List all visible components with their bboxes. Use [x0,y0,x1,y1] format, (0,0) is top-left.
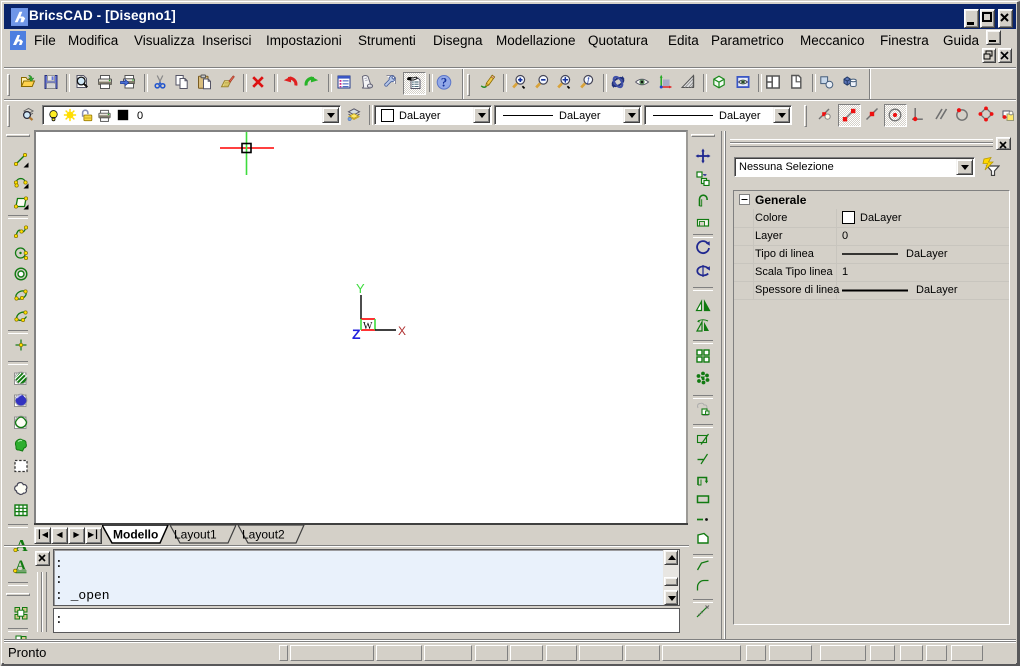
svg-text:Modello: Modello [113,528,158,542]
svg-text:?: ? [441,76,447,90]
svg-text:Y: Y [356,281,365,296]
svg-text:Z: Z [352,326,361,342]
svg-text:W: W [363,321,373,332]
svg-text:Layout1: Layout1 [174,528,217,542]
svg-text:Layout2: Layout2 [242,528,285,542]
svg-text:X: X [398,324,406,338]
